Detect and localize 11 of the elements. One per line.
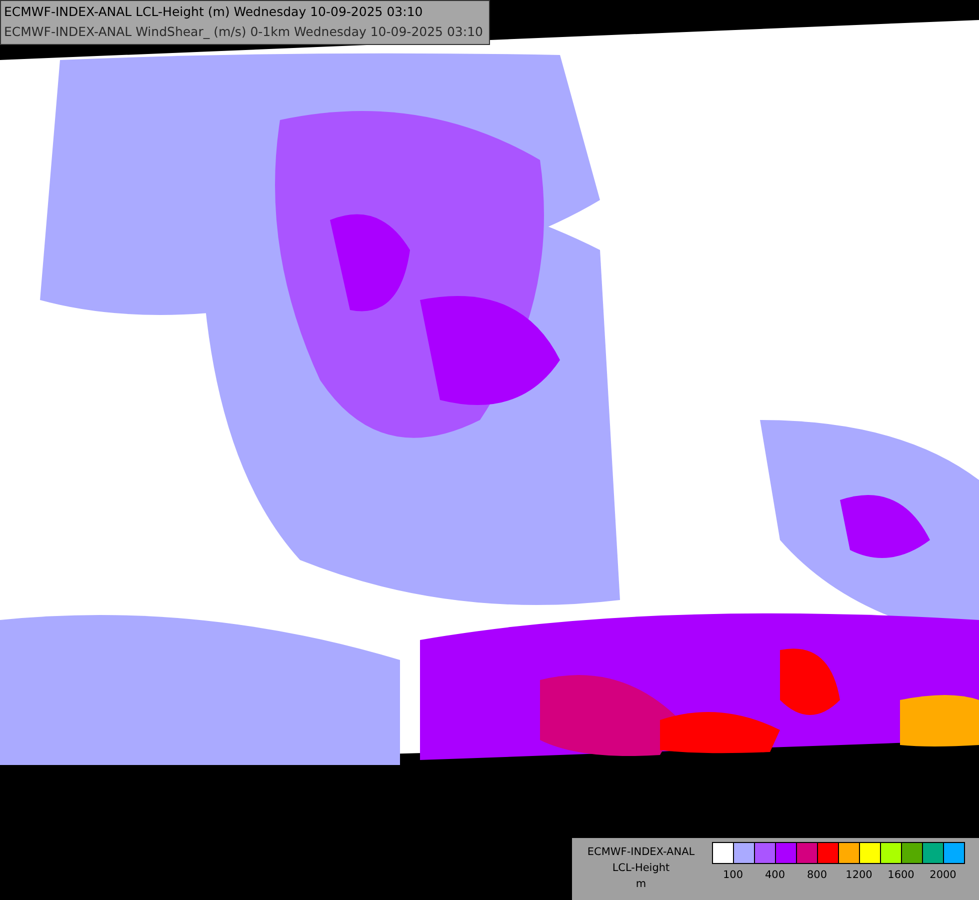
map-title: ECMWF-INDEX-ANAL LCL-Height (m) Wednesday 10-09-2025 03:10 xyxy=(4,3,424,21)
map-title: ECMWF-INDEX-ANAL WindShear_ (m/s) 0-1km Wednesday 10-09-2025 03:10 xyxy=(4,23,483,41)
scale-label: 1200 xyxy=(846,869,872,881)
legend-title: m xyxy=(636,877,646,892)
scale-label: 800 xyxy=(806,869,828,881)
legend-title: ECMWF-INDEX-ANAL xyxy=(587,845,695,860)
scale-label: 100 xyxy=(722,869,744,881)
legend-title: LCL-Height xyxy=(612,861,670,876)
scale-label: 2000 xyxy=(930,869,956,881)
scale-label: 400 xyxy=(764,869,786,881)
scale-label: 1600 xyxy=(888,869,914,881)
